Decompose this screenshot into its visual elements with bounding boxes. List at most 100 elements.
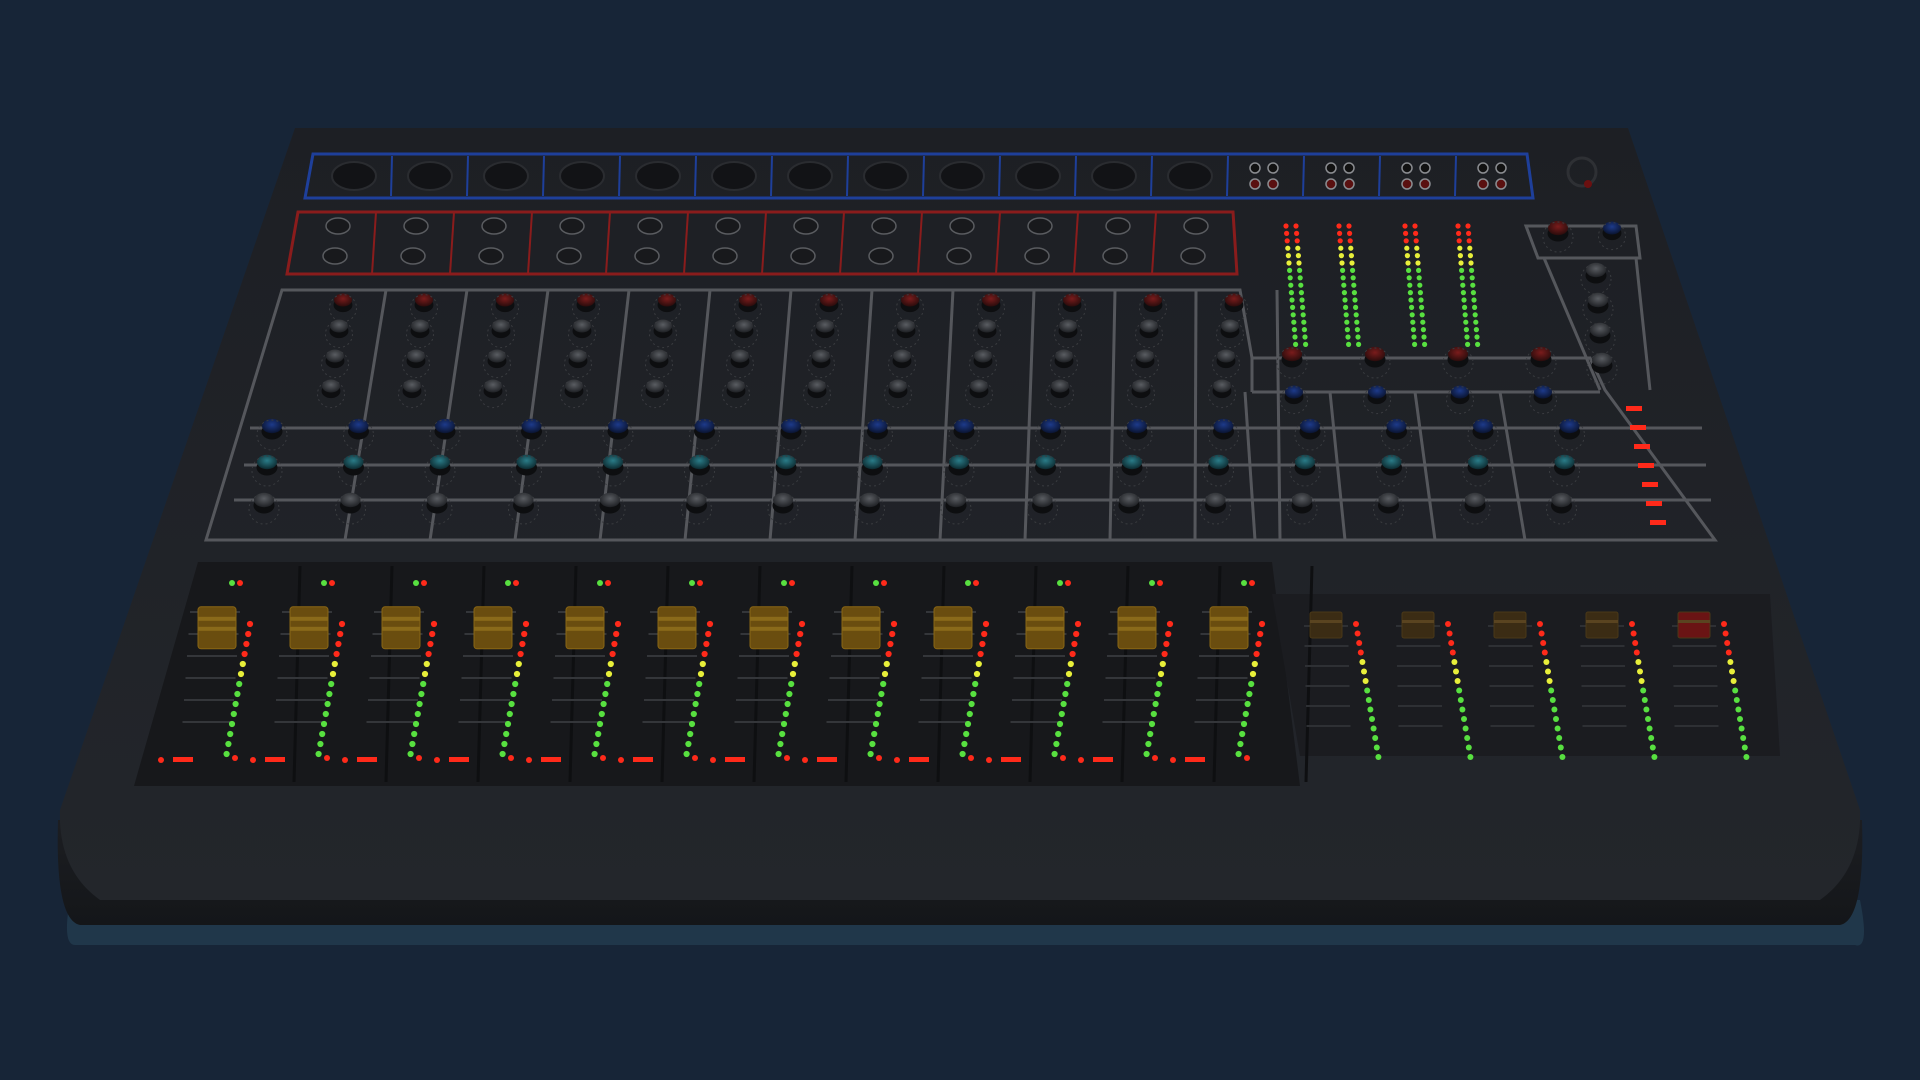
xlr-input-jack-5[interactable]	[635, 161, 681, 191]
knob-cap	[1603, 221, 1621, 235]
xlr-input-jack-7[interactable]	[787, 161, 833, 191]
insert-jack-bottom[interactable]	[400, 247, 426, 265]
rca-jack[interactable]	[1343, 162, 1355, 174]
channel-divider	[1193, 289, 1198, 541]
mute-indicator	[909, 757, 929, 762]
channel-meter-led	[602, 690, 609, 698]
insert-jack-top[interactable]	[949, 217, 975, 235]
channel-meter-led	[1154, 690, 1161, 698]
master-fader-cap[interactable]	[1677, 611, 1711, 639]
channel-meter-led	[699, 660, 706, 668]
rca-jack[interactable]	[1267, 162, 1279, 174]
xlr-input-jack-2[interactable]	[407, 161, 453, 191]
xlr-input-jack-11[interactable]	[1091, 161, 1137, 191]
channel-meter-led	[237, 670, 245, 678]
channel-meter-led	[1145, 740, 1152, 748]
group-2-fader-cap[interactable]	[1401, 611, 1435, 639]
stereo-meter-led	[1468, 260, 1474, 266]
knob-cap	[1559, 418, 1580, 434]
insert-jack-top[interactable]	[325, 217, 351, 235]
signal-led	[597, 580, 603, 586]
insert-jack-top[interactable]	[871, 217, 897, 235]
channel-meter-led	[779, 730, 786, 738]
knob-cap	[496, 293, 514, 307]
xlr-input-jack-10[interactable]	[1015, 161, 1061, 191]
xlr-input-jack-9[interactable]	[939, 161, 985, 191]
stereo-meter-led	[1421, 334, 1427, 340]
channel-meter-led	[683, 750, 690, 758]
group-3-fader-cap[interactable]	[1493, 611, 1527, 639]
insert-jack-bottom[interactable]	[712, 247, 738, 265]
insert-jack-top[interactable]	[559, 217, 585, 235]
channel-meter-led	[1069, 650, 1076, 658]
channel-meter-led	[499, 750, 506, 758]
channel-meter-led	[236, 680, 243, 688]
insert-jack-bottom[interactable]	[1024, 247, 1050, 265]
group-4-meter-led	[1651, 754, 1658, 760]
rca-jack[interactable]	[1249, 178, 1261, 190]
stereo-meter-led	[1420, 319, 1426, 325]
stereo-meter-led	[1471, 297, 1477, 303]
channel-meter-led	[791, 660, 798, 668]
insert-jack-top[interactable]	[1183, 217, 1209, 235]
insert-jack-bottom[interactable]	[790, 247, 816, 265]
insert-jack-top[interactable]	[403, 217, 429, 235]
group-1-meter-led	[1375, 754, 1382, 760]
knob-cap	[1551, 492, 1572, 508]
insert-jack-bottom[interactable]	[1180, 247, 1206, 265]
rca-jack[interactable]	[1401, 178, 1413, 190]
stereo-meter-led	[1288, 282, 1294, 288]
peak-led	[513, 580, 519, 586]
insert-jack-bottom[interactable]	[1102, 247, 1128, 265]
stereo-meter-led	[1407, 282, 1413, 288]
insert-jack-top[interactable]	[715, 217, 741, 235]
stereo-meter-led	[1409, 304, 1415, 310]
fader-section	[134, 562, 1780, 786]
channel-meter-led	[1165, 630, 1172, 638]
signal-led	[873, 580, 879, 586]
xlr-input-jack-3[interactable]	[483, 161, 529, 191]
xlr-input-jack-4[interactable]	[559, 161, 605, 191]
group-3-meter-led	[1556, 735, 1563, 741]
insert-jack-top[interactable]	[637, 217, 663, 235]
channel-meter-led	[427, 640, 434, 648]
xlr-input-jack-8[interactable]	[863, 161, 909, 191]
group-4-fader-cap[interactable]	[1585, 611, 1619, 639]
insert-jack-bottom[interactable]	[322, 247, 348, 265]
rca-jack[interactable]	[1477, 162, 1489, 174]
insert-jack-top[interactable]	[793, 217, 819, 235]
rca-jack[interactable]	[1343, 178, 1355, 190]
insert-jack-top[interactable]	[1027, 217, 1053, 235]
stereo-meter-led	[1292, 334, 1298, 340]
rca-jack[interactable]	[1495, 162, 1507, 174]
channel-meter-led	[230, 710, 237, 718]
group-1-fader-cap[interactable]	[1309, 611, 1343, 639]
xlr-input-jack-12[interactable]	[1167, 161, 1213, 191]
insert-jack-top[interactable]	[1105, 217, 1131, 235]
rca-jack[interactable]	[1325, 178, 1337, 190]
rca-jack[interactable]	[1419, 162, 1431, 174]
insert-jack-bottom[interactable]	[868, 247, 894, 265]
fader-cap-groove	[1678, 620, 1710, 623]
insert-jack-bottom[interactable]	[478, 247, 504, 265]
stereo-meter-led	[1411, 334, 1417, 340]
xlr-input-jack-1[interactable]	[331, 161, 377, 191]
stereo-meter-led	[1338, 253, 1344, 259]
rca-jack[interactable]	[1249, 162, 1261, 174]
insert-jack-bottom[interactable]	[946, 247, 972, 265]
knob-cap	[1365, 346, 1385, 362]
rca-jack[interactable]	[1267, 178, 1279, 190]
group-4-meter-led	[1641, 697, 1648, 703]
channel-meter-led	[972, 680, 979, 688]
insert-jack-bottom[interactable]	[556, 247, 582, 265]
insert-jack-top[interactable]	[481, 217, 507, 235]
jack-divider	[542, 155, 545, 197]
rca-jack[interactable]	[1325, 162, 1337, 174]
insert-jack-bottom[interactable]	[634, 247, 660, 265]
rca-jack[interactable]	[1495, 178, 1507, 190]
xlr-input-jack-6[interactable]	[711, 161, 757, 191]
rca-jack[interactable]	[1401, 162, 1413, 174]
rca-jack[interactable]	[1419, 178, 1431, 190]
rca-jack[interactable]	[1477, 178, 1489, 190]
stereo-meter-led	[1410, 327, 1416, 333]
